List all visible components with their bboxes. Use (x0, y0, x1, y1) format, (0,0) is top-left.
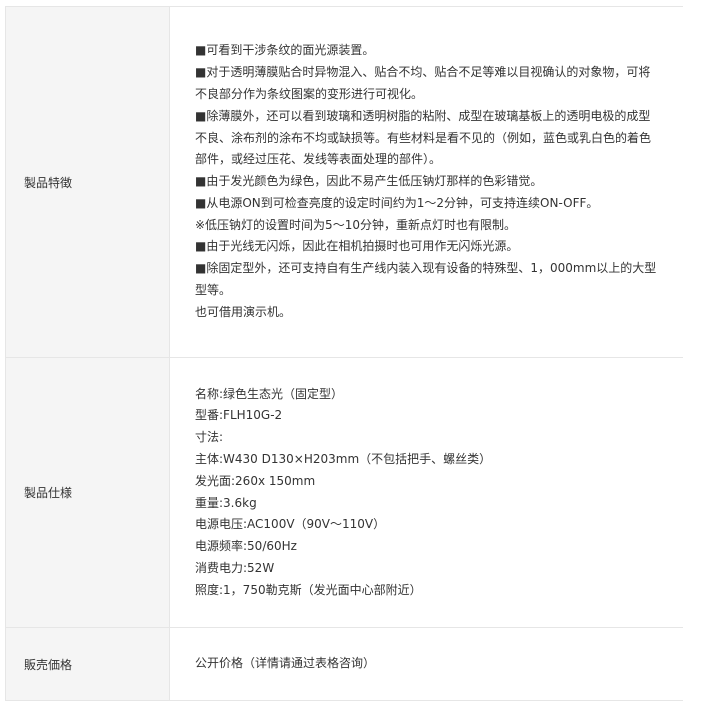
features-line: ■由于发光颜色为绿色，因此不易产生低压钠灯那样的色彩错觉。 (195, 174, 543, 189)
price-content: 公开价格（详情请通过表格咨询） (170, 628, 683, 700)
spec-line: 照度:1，750勒克斯（发光面中心部附近） (195, 582, 422, 597)
features-content: ■可看到干涉条纹的面光源装置。 ■对于透明薄膜贴合时异物混入、贴合不均、贴合不足… (170, 7, 683, 357)
features-line: 部件，或经过压花、发线等表面处理的部件）。 (195, 152, 442, 167)
price-heading: 販売価格 (5, 628, 170, 700)
spec-line: 重量:3.6kg (195, 495, 257, 510)
features-line: 不良部分作为条纹图案的变形进行可视化。 (195, 86, 424, 101)
spec-line: 发光面:260x 150mm (195, 473, 316, 488)
specs-row: 製品仕様 名称:绿色生态光（固定型） 型番:FLH10G-2 寸法: 主体:W4… (5, 358, 683, 628)
price-row: 販売価格 公开价格（详情请通过表格咨询） (5, 628, 683, 701)
features-heading: 製品特徴 (5, 7, 170, 357)
specs-content: 名称:绿色生态光（固定型） 型番:FLH10G-2 寸法: 主体:W430 D1… (170, 358, 683, 627)
spec-line: 消费电力:52W (195, 560, 275, 575)
spec-line: 电源频率:50/60Hz (195, 539, 297, 554)
features-line: ■由于光线无闪烁，因此在相机拍摄时也可用作无闪烁光源。 (195, 239, 519, 254)
features-line: 型等。 (195, 283, 232, 298)
specs-heading: 製品仕様 (5, 358, 170, 627)
spec-line: 主体:W430 D130×H203mm（不包括把手、螺丝类） (195, 451, 492, 466)
spec-line: 电源电压:AC100V（90V～110V） (195, 517, 386, 532)
features-line: ※低压钠灯的设置时间为5～10分钟，重新点灯时也有限制。 (195, 217, 516, 232)
features-line: ■对于透明薄膜贴合时异物混入、贴合不均、贴合不足等难以目视确认的对象物，可将 (195, 65, 651, 80)
spec-table: 製品特徴 ■可看到干涉条纹的面光源装置。 ■对于透明薄膜贴合时异物混入、贴合不均… (5, 6, 683, 701)
features-line: ■从电源ON到可检查亮度的设定时间约为1～2分钟，可支持连续ON-OFF。 (195, 195, 599, 210)
features-line: ■可看到干涉条纹的面光源装置。 (195, 43, 375, 58)
price-line: 公开价格（详情请通过表格咨询） (195, 656, 376, 671)
spec-line: 寸法: (195, 430, 224, 445)
spec-line: 型番:FLH10G-2 (195, 408, 283, 423)
features-line: ■除薄膜外，还可以看到玻璃和透明树脂的粘附、成型在玻璃基板上的透明电极的成型 (195, 108, 651, 123)
features-line: 也可借用演示机。 (195, 304, 292, 319)
spec-line: 名称:绿色生态光（固定型） (195, 386, 344, 401)
features-line: 不良、涂布剂的涂布不均或缺损等。有些材料是看不见的（例如，蓝色或乳白色的着色 (195, 130, 652, 145)
features-line: ■除固定型外，还可支持自有生产线内装入现有设备的特殊型、1，000mm以上的大型 (195, 261, 657, 276)
features-row: 製品特徴 ■可看到干涉条纹的面光源装置。 ■对于透明薄膜贴合时异物混入、贴合不均… (5, 7, 683, 358)
